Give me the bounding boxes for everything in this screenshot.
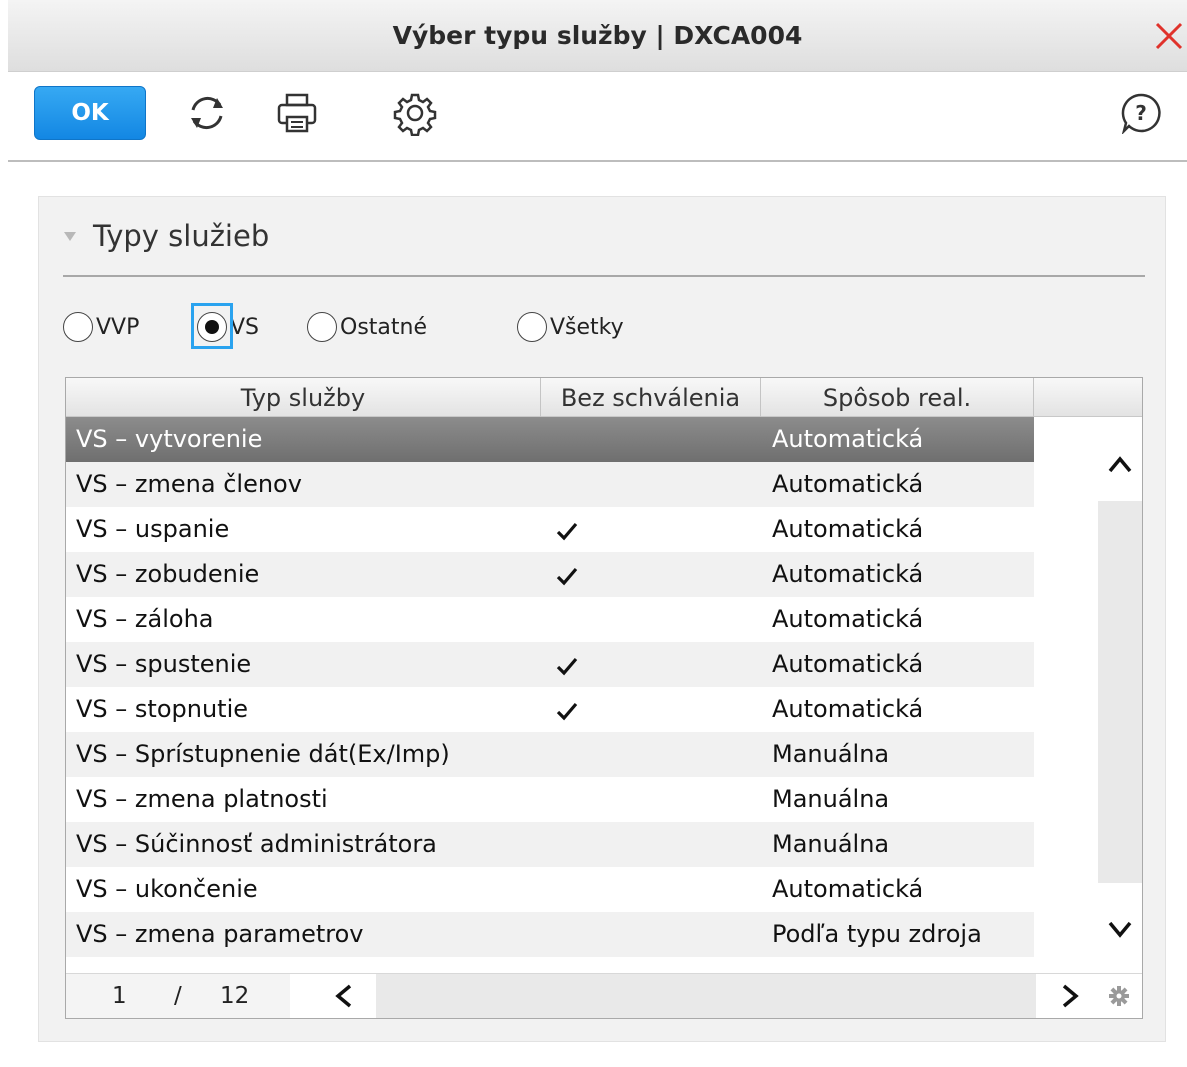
vertical-scroll-track[interactable]: [1098, 501, 1142, 883]
cell-realization-method: Automatická: [772, 560, 924, 588]
vertical-scrollbar[interactable]: [1098, 417, 1142, 973]
panel-title: Typy služieb: [93, 219, 270, 253]
table-row[interactable]: VS – ukončenie Automatická: [66, 867, 1034, 912]
cell-realization-method: Automatická: [772, 605, 924, 633]
cell-service-type: VS – zmena parametrov: [76, 920, 364, 948]
cell-realization-method: Automatická: [772, 650, 924, 678]
pager-current: 1: [112, 983, 127, 1009]
grid-header: Typ služby Bez schválenia Spôsob real.: [66, 378, 1142, 417]
panel-divider: [63, 275, 1145, 277]
cell-service-type: VS – Súčinnosť administrátora: [76, 830, 437, 858]
cell-realization-method: Manuálna: [772, 830, 890, 858]
collapse-arrow-icon[interactable]: [63, 229, 77, 243]
cell-realization-method: Automatická: [772, 425, 924, 453]
table-row[interactable]: VS – uspanie Automatická: [66, 507, 1034, 552]
table-row[interactable]: VS – zobudenie Automatická: [66, 552, 1034, 597]
cell-realization-method: Podľa typu zdroja: [772, 920, 982, 948]
cell-realization-method: Automatická: [772, 875, 924, 903]
column-header-no-approval[interactable]: Bez schválenia: [541, 378, 761, 417]
cell-realization-method: Automatická: [772, 515, 924, 543]
cell-service-type: VS – ukončenie: [76, 875, 258, 903]
panel-header[interactable]: Typy služieb: [63, 213, 269, 259]
checkmark-icon: [556, 657, 578, 676]
cell-service-type: VS – zobudenie: [76, 560, 260, 588]
checkmark-icon: [556, 522, 578, 541]
pager-total: 12: [220, 983, 250, 1009]
close-icon[interactable]: [1151, 18, 1187, 54]
grid-rows: VS – vytvorenie Automatická VS – zmena čle…: [66, 417, 1034, 957]
horizontal-scrollbar[interactable]: [290, 974, 1098, 1018]
scroll-right-icon[interactable]: [1056, 982, 1084, 1010]
print-icon[interactable]: [274, 90, 320, 136]
radio-ostatne[interactable]: Ostatné: [307, 309, 427, 345]
table-row[interactable]: VS – Sprístupnenie dát(Ex/Imp) Manuálna: [66, 732, 1034, 777]
cell-service-type: VS – zmena platnosti: [76, 785, 328, 813]
service-types-panel: Typy služieb VVP VS Ostatné Všetky Typ s…: [38, 196, 1166, 1042]
cell-realization-method: Automatická: [772, 695, 924, 723]
radio-vsetky[interactable]: Všetky: [517, 309, 624, 345]
cell-service-type: VS – vytvorenie: [76, 425, 263, 453]
scroll-up-icon[interactable]: [1106, 451, 1134, 479]
table-row[interactable]: VS – stopnutie Automatická: [66, 687, 1034, 732]
grid-settings-icon[interactable]: [1108, 985, 1130, 1007]
checkmark-icon: [556, 567, 578, 586]
cell-realization-method: Manuálna: [772, 740, 890, 768]
table-row[interactable]: VS – zmena parametrov Podľa typu zdroja: [66, 912, 1034, 957]
table-row[interactable]: VS – záloha Automatická: [66, 597, 1034, 642]
radio-vvp[interactable]: VVP: [63, 309, 139, 345]
cell-realization-method: Automatická: [772, 470, 924, 498]
radio-circle[interactable]: [63, 312, 93, 342]
radio-vs[interactable]: VS: [191, 303, 260, 349]
radio-label: Všetky: [550, 314, 624, 340]
service-types-grid: Typ služby Bez schválenia Spôsob real. V…: [65, 377, 1143, 1019]
cell-service-type: VS – zmena členov: [76, 470, 302, 498]
column-header-type[interactable]: Typ služby: [66, 378, 541, 417]
table-row[interactable]: VS – spustenie Automatická: [66, 642, 1034, 687]
cell-service-type: VS – stopnutie: [76, 695, 249, 723]
cell-service-type: VS – záloha: [76, 605, 214, 633]
radio-circle[interactable]: [517, 312, 547, 342]
help-icon[interactable]: ?: [1120, 92, 1162, 134]
column-header-method[interactable]: Spôsob real.: [761, 378, 1034, 417]
table-row[interactable]: VS – vytvorenie Automatická: [66, 417, 1034, 462]
settings-gear-icon[interactable]: [392, 90, 438, 136]
cell-service-type: VS – spustenie: [76, 650, 252, 678]
radio-circle[interactable]: [307, 312, 337, 342]
title-bar: Výber typu služby | DXCA004: [8, 0, 1187, 72]
radio-label: VS: [230, 314, 260, 340]
radio-label: VVP: [96, 314, 140, 340]
scroll-down-icon[interactable]: [1106, 915, 1134, 943]
window-title: Výber typu služby | DXCA004: [392, 21, 803, 50]
radio-label: Ostatné: [340, 314, 427, 340]
toolbar: OK ?: [8, 72, 1187, 162]
ok-button[interactable]: OK: [34, 86, 146, 140]
cell-service-type: VS – Sprístupnenie dát(Ex/Imp): [76, 740, 450, 768]
svg-text:?: ?: [1135, 101, 1147, 125]
scroll-left-icon[interactable]: [330, 982, 358, 1010]
refresh-icon[interactable]: [184, 90, 230, 136]
cell-realization-method: Manuálna: [772, 785, 890, 813]
grid-footer: 1 / 12: [66, 973, 1142, 1018]
pager-separator: /: [174, 983, 182, 1009]
table-row[interactable]: VS – zmena platnosti Manuálna: [66, 777, 1034, 822]
table-row[interactable]: VS – zmena členov Automatická: [66, 462, 1034, 507]
cell-service-type: VS – uspanie: [76, 515, 230, 543]
pager: 1 / 12: [66, 974, 290, 1018]
radio-circle[interactable]: [197, 312, 227, 342]
horizontal-scroll-track[interactable]: [376, 974, 1036, 1018]
table-row[interactable]: VS – Súčinnosť administrátora Manuálna: [66, 822, 1034, 867]
checkmark-icon: [556, 702, 578, 721]
